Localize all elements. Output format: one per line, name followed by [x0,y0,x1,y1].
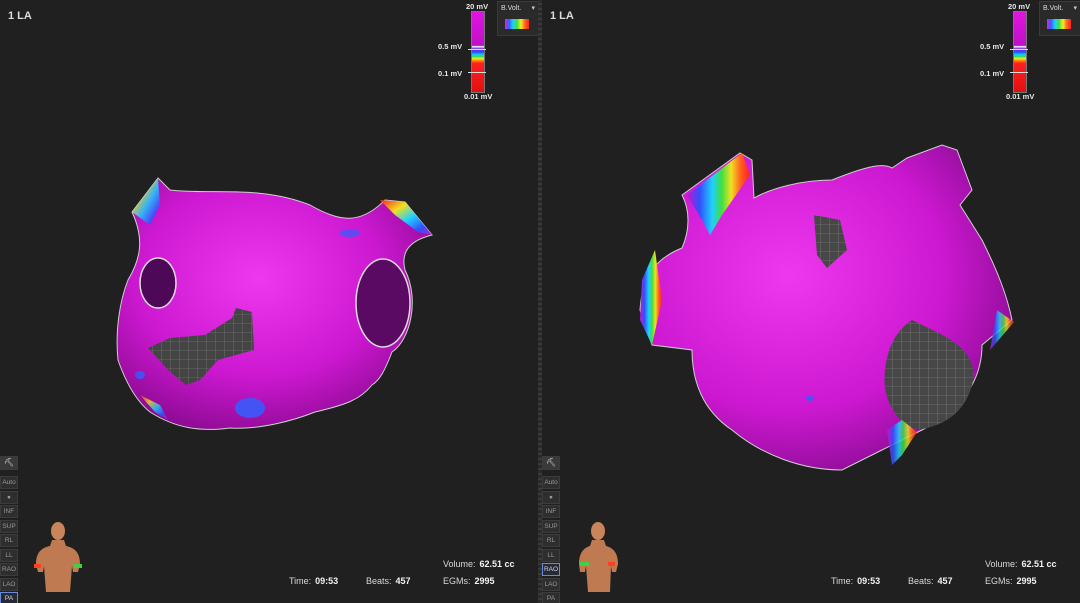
volume-readout: Volume: 62.51 cc [985,559,1057,569]
beats-readout: Beats: 457 [908,576,953,586]
dropdown-label: B.Volt. [1043,5,1064,12]
color-swatch-icon [505,19,529,29]
view-button-inf[interactable]: INF [542,505,560,518]
scale-max-label: 20 mV [466,2,489,11]
body-orientation-icon[interactable] [574,520,626,592]
view-orientation-buttons: ⛏Auto●INFSUPRLLLRAOLAOPAAP [542,456,560,603]
pick-tool-icon[interactable]: ⛏ [542,456,560,470]
voltage-color-bar [1013,11,1027,93]
dot-icon[interactable]: ● [0,490,18,504]
view-button-auto[interactable]: Auto [0,476,18,489]
map-type-dropdown[interactable]: B.Volt. ▾ [1039,1,1080,36]
atrium-surface [639,144,1014,471]
voltage-color-scale: 20 mV 0.5 mV 0.1 mV 0.01 mV [438,2,498,101]
pick-tool-icon[interactable]: ⛏ [0,456,18,470]
dropdown-label: B.Volt. [501,5,522,12]
scale-tick [468,72,486,73]
voltage-color-scale: 20 mV 0.5 mV 0.1 mV 0.01 mV [980,2,1040,101]
dot-icon[interactable]: ● [542,490,560,504]
scale-tick [1010,72,1028,73]
egms-readout: EGMs: 2995 [985,576,1037,586]
view-button-sup[interactable]: SUP [542,519,560,533]
view-button-rl[interactable]: RL [0,534,18,547]
view-orientation-buttons: ⛏Auto●INFSUPRLLLRAOLAOPAAP [0,456,18,603]
body-orientation-icon[interactable] [32,520,84,592]
beats-readout: Beats: 457 [366,576,411,586]
scale-lower-threshold-label: 0.1 mV [980,69,1005,78]
time-readout: Time: 09:53 [831,576,881,586]
color-swatch-icon [1047,19,1071,29]
scale-max-label: 20 mV [1008,2,1031,11]
view-button-lao[interactable]: LAO [0,577,18,591]
view-button-pa[interactable]: PA [0,592,18,603]
view-button-inf[interactable]: INF [0,505,18,518]
right-map-pane[interactable]: 1 LA 20 mV 0.5 mV 0.1 mV 0.01 mV B.Volt.… [542,0,1080,603]
left-map-pane[interactable]: 1 LA 20 mV 0.5 mV 0.1 mV 0.01 mV B.Volt.… [0,0,538,603]
chevron-down-icon: ▾ [1073,5,1077,12]
view-button-lao[interactable]: LAO [542,577,560,591]
chevron-down-icon: ▾ [531,5,535,12]
view-button-rl[interactable]: RL [542,534,560,547]
view-button-auto[interactable]: Auto [542,476,560,489]
scale-tick [1010,49,1028,50]
map-type-dropdown[interactable]: B.Volt. ▾ [497,1,538,36]
atrium-surface [116,177,433,430]
view-button-ll[interactable]: LL [542,548,560,562]
time-readout: Time: 09:53 [289,576,339,586]
view-button-rao[interactable]: RAO [0,563,18,576]
view-button-ll[interactable]: LL [0,548,18,562]
egms-readout: EGMs: 2995 [443,576,495,586]
voltage-color-bar [471,11,485,93]
view-button-pa[interactable]: PA [542,592,560,603]
scale-min-label: 0.01 mV [464,92,493,101]
scale-lower-threshold-label: 0.1 mV [438,69,463,78]
view-button-rao[interactable]: RAO [542,563,560,576]
scale-upper-threshold-label: 0.5 mV [980,42,1005,51]
scale-min-label: 0.01 mV [1006,92,1035,101]
view-button-sup[interactable]: SUP [0,519,18,533]
scale-tick [468,49,486,50]
scale-upper-threshold-label: 0.5 mV [438,42,463,51]
volume-readout: Volume: 62.51 cc [443,559,515,569]
